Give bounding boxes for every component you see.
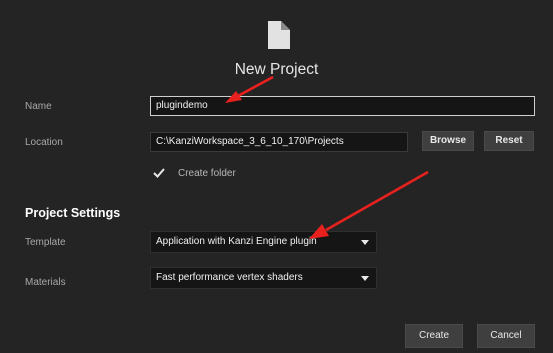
materials-select[interactable]: Fast performance vertex shaders	[150, 267, 377, 289]
create-folder-label: Create folder	[178, 168, 236, 179]
chevron-down-icon	[361, 240, 369, 245]
annotation-arrow	[309, 170, 429, 239]
browse-button[interactable]: Browse	[422, 131, 474, 151]
name-label: Name	[25, 101, 52, 112]
project-settings-heading: Project Settings	[25, 206, 121, 220]
template-select[interactable]: Application with Kanzi Engine plugin	[150, 231, 377, 253]
checkmark-icon	[153, 168, 165, 178]
reset-button[interactable]: Reset	[484, 131, 534, 151]
materials-label: Materials	[25, 277, 66, 288]
document-icon	[268, 21, 290, 49]
name-input[interactable]: plugindemo	[150, 96, 535, 116]
create-button[interactable]: Create	[405, 324, 463, 348]
cancel-button[interactable]: Cancel	[477, 324, 535, 348]
template-label: Template	[25, 237, 66, 248]
chevron-down-icon	[361, 276, 369, 281]
create-folder-checkbox[interactable]	[152, 166, 166, 180]
dialog-title: New Project	[234, 61, 319, 78]
annotation-arrows	[225, 75, 429, 239]
location-input[interactable]: C:\KanziWorkspace_3_6_10_170\Projects	[150, 132, 408, 152]
location-label: Location	[25, 137, 63, 148]
template-select-value: Application with Kanzi Engine plugin	[156, 236, 317, 247]
materials-select-value: Fast performance vertex shaders	[156, 272, 303, 283]
